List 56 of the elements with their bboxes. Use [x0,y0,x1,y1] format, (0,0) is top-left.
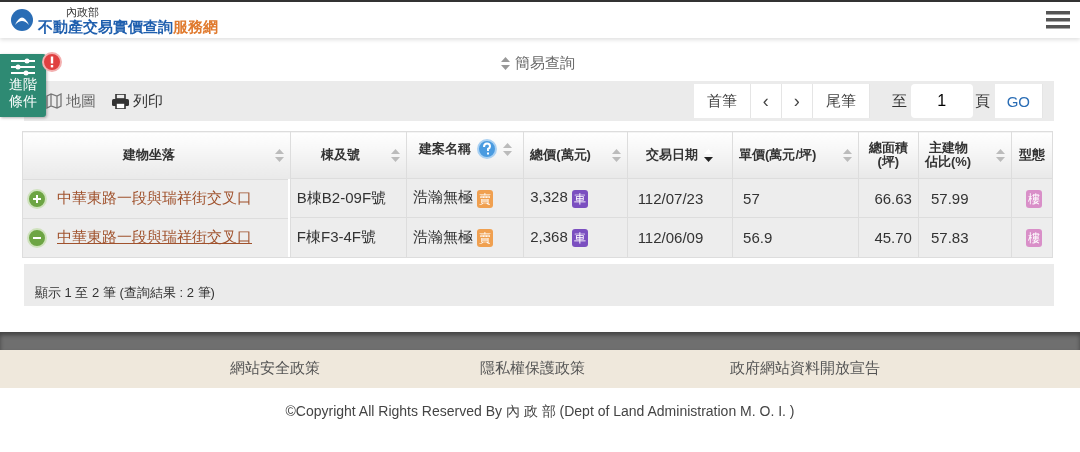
previous-page-button[interactable]: ‹ [750,84,782,118]
page-unit-label: 頁 [974,91,990,111]
site-title: 不動產交易實價查詢服務網 [38,18,218,34]
sliders-icon [11,58,35,76]
table-cell: 112/06/09 [637,228,704,246]
next-page-button[interactable]: › [781,84,813,118]
column-header[interactable]: 建案名稱 [418,142,471,156]
map-link[interactable]: 地圖 [46,91,96,111]
table-cell: 112/07/23 [637,189,704,207]
table-cell: 2,368 [530,227,568,245]
type-tag: 樓 [1026,228,1043,247]
table-cell: 浩瀚無極 [412,188,473,206]
column-header[interactable]: 總價(萬元) [530,148,591,162]
menu-icon [1046,10,1070,30]
type-tag: 車 [571,228,588,247]
advanced-filter-button[interactable]: 進階 條件 [0,54,46,117]
table-cell: 浩瀚無極 [412,227,473,245]
column-header[interactable]: 單價(萬元/坪) [739,148,817,162]
map-icon [46,93,62,109]
menu-button[interactable] [1046,10,1070,30]
print-link[interactable]: 列印 [112,91,163,111]
column-header[interactable]: 交易日期 [646,148,699,162]
column-header[interactable]: 棟及號 [321,148,361,162]
column-header[interactable]: 型態 [1019,148,1046,162]
copyright-text: ©Copyright All Rights Reserved By 內 政 部 (Dept of Land Administration M. O. I. ) [285,402,795,421]
type-tag: 車 [571,189,588,208]
table-cell: 66.63 [874,189,912,207]
table-cell: 57.99 [930,189,969,207]
table-cell: F棟F3-4F號 [296,227,377,245]
table-cell: 57 [743,189,760,207]
footer-link[interactable]: 政府網站資料開放宣告 [730,359,880,378]
type-tag: 樓 [1026,189,1043,208]
table-cell: 57.83 [930,228,969,246]
collapse-button[interactable] [27,227,47,248]
footer-link[interactable]: 隱私權保護政策 [480,359,730,378]
type-tag: 賣 [476,228,493,247]
go-button[interactable]: GO [994,84,1043,118]
result-summary: 顯示 1 至 2 筆 (查詢結果 : 2 筆) [35,283,215,302]
printer-icon [112,93,129,109]
first-page-button[interactable]: 首筆 [693,84,751,118]
ministry-logo-icon [10,8,34,32]
page-number-field[interactable]: 1 [910,84,973,118]
footer-link[interactable]: 網站安全政策 [230,359,480,378]
table-cell: 56.9 [743,228,773,246]
table-cell: 3,328 [530,188,568,206]
simple-query-toggle[interactable]: 簡易查詢 [501,54,575,73]
table-cell: B棟B2-09F號 [296,188,387,206]
table-cell: 45.70 [874,228,912,246]
column-header[interactable]: 建物坐落 [122,148,175,163]
last-page-button[interactable]: 尾筆 [812,84,870,118]
type-tag: 賣 [476,189,493,208]
plus-icon [32,193,42,204]
page-to-label: 至 [891,91,907,111]
sort-icon [501,57,510,70]
ministry-name: 內政部 [66,6,100,18]
expand-button[interactable] [27,188,47,209]
